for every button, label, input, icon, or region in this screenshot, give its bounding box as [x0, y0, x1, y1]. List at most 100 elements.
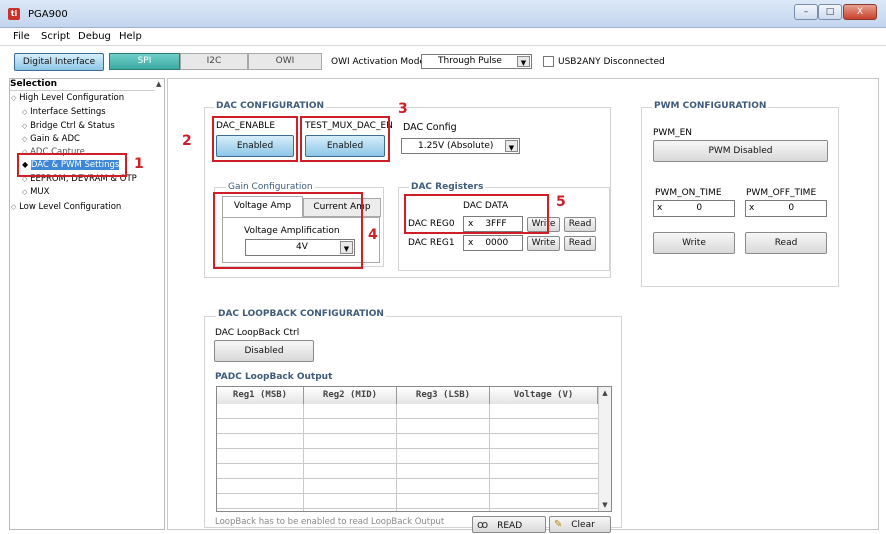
menu-debug[interactable]: Debug	[78, 31, 111, 42]
collapse-icon[interactable]: ▲	[156, 80, 161, 88]
annotation-box-1	[17, 153, 127, 177]
hex-prefix: x	[468, 238, 474, 248]
usb2any-checkbox[interactable]	[543, 56, 554, 67]
loopback-note: LoopBack has to be enabled to read LoopB…	[215, 517, 445, 527]
annotation-number-4: 4	[368, 227, 378, 243]
dac-reg1-input[interactable]: x 0000	[463, 235, 523, 251]
tree-item-bridge-ctrl[interactable]: ◇ Bridge Ctrl & Status	[22, 121, 115, 131]
node-icon: ◇	[22, 188, 28, 196]
table-body	[217, 404, 598, 509]
window-title: PGA900	[28, 9, 68, 20]
dac-config-label: DAC Config	[403, 122, 457, 133]
tree-item-high-level[interactable]: ◇ High Level Configuration	[11, 93, 124, 103]
dac-reg0-read-button[interactable]: Read	[564, 217, 596, 232]
tab-owi[interactable]: OWI	[248, 53, 322, 70]
column-header[interactable]: Reg2 (MID)	[304, 387, 397, 404]
table-row[interactable]	[217, 479, 598, 494]
chevron-down-icon: ▼	[505, 140, 518, 152]
pwm-on-time-label: PWM_ON_TIME	[655, 188, 722, 198]
column-header[interactable]: Voltage (V)	[490, 387, 598, 404]
tree-item-label: Bridge Ctrl & Status	[30, 121, 115, 131]
hex-prefix: x	[749, 203, 755, 213]
annotation-box-2	[212, 116, 298, 162]
table-row[interactable]	[217, 494, 598, 509]
annotation-number-5: 5	[556, 194, 566, 210]
maximize-button[interactable]: □	[818, 4, 842, 20]
owi-mode-label: OWI Activation Mode	[331, 57, 425, 67]
table-row[interactable]	[217, 464, 598, 479]
column-header[interactable]: Reg3 (LSB)	[397, 387, 490, 404]
table-row[interactable]	[217, 449, 598, 464]
owi-mode-select[interactable]: Through Pulse ▼	[421, 54, 532, 69]
loopback-title: DAC LOOPBACK CONFIGURATION	[216, 309, 386, 319]
annotation-box-3	[300, 116, 390, 162]
table-row[interactable]	[217, 404, 598, 419]
node-icon: ◇	[22, 122, 28, 130]
scroll-up-icon[interactable]: ▲	[599, 389, 611, 397]
menu-file[interactable]: File	[13, 31, 30, 42]
read-label: READ	[497, 521, 523, 531]
hex-prefix: x	[657, 203, 663, 213]
usb2any-status: USB2ANY Disconnected	[558, 57, 665, 67]
annotation-box-5	[404, 194, 549, 234]
tree-item-label: Low Level Configuration	[19, 202, 122, 212]
loopback-table[interactable]: Reg1 (MSB) Reg2 (MID) Reg3 (LSB) Voltage…	[216, 386, 612, 512]
tree-item-label: Interface Settings	[30, 107, 106, 117]
gain-config-title: Gain Configuration	[226, 182, 315, 192]
pwm-off-time-value: 0	[788, 203, 795, 213]
column-divider	[303, 404, 304, 511]
dac-config-title: DAC CONFIGURATION	[214, 101, 327, 111]
clear-label: Clear	[571, 520, 595, 530]
table-row[interactable]	[217, 419, 598, 434]
loopback-read-button[interactable]: ꝏ READ	[472, 516, 546, 533]
column-header[interactable]: Reg1 (MSB)	[217, 387, 304, 404]
loopback-clear-button[interactable]: ✎ Clear	[549, 516, 611, 533]
node-icon: ◇	[22, 135, 28, 143]
tree-item-label: Gain & ADC	[30, 134, 80, 144]
dac-reg1-read-button[interactable]: Read	[564, 236, 596, 251]
loopback-ctrl-button[interactable]: Disabled	[214, 340, 314, 362]
tab-spi[interactable]: SPI	[109, 53, 180, 70]
pwm-on-time-input[interactable]: x0	[653, 200, 735, 217]
glasses-icon: ꝏ	[477, 518, 489, 531]
column-divider	[489, 404, 490, 511]
menu-script[interactable]: Script	[41, 31, 70, 42]
loopback-ctrl-label: DAC LoopBack Ctrl	[215, 328, 300, 338]
pwm-write-button[interactable]: Write	[653, 232, 735, 254]
loopback-output-label: PADC LoopBack Output	[215, 372, 333, 382]
minimize-button[interactable]: –	[794, 4, 818, 20]
expand-icon: ◇	[11, 203, 17, 211]
tree-item-gain-adc[interactable]: ◇ Gain & ADC	[22, 134, 80, 144]
annotation-box-4	[213, 192, 363, 269]
tree-item-interface-settings[interactable]: ◇ Interface Settings	[22, 107, 106, 117]
dac-config-value: 1.25V (Absolute)	[418, 141, 494, 151]
chevron-down-icon: ▼	[517, 56, 530, 67]
title-bar	[0, 0, 886, 28]
tree-item-label: High Level Configuration	[19, 93, 125, 103]
tree-item-low-level[interactable]: ◇ Low Level Configuration	[11, 202, 121, 212]
selection-header: Selection	[10, 79, 155, 91]
tree-item-mux[interactable]: ◇ MUX	[22, 187, 49, 197]
pwm-off-time-input[interactable]: x0	[745, 200, 827, 217]
ti-logo-icon: ti	[8, 8, 20, 20]
table-scrollbar[interactable]: ▲ ▼	[598, 387, 611, 511]
dac-config-select[interactable]: 1.25V (Absolute) ▼	[401, 138, 520, 154]
dac-reg1-value: 0000	[485, 238, 509, 248]
table-row[interactable]	[217, 434, 598, 449]
pwm-en-label: PWM_EN	[653, 128, 693, 138]
pwm-config-title: PWM CONFIGURATION	[652, 101, 769, 111]
pwm-off-time-label: PWM_OFF_TIME	[746, 188, 817, 198]
tree-item-label: MUX	[30, 187, 50, 197]
pwm-read-button[interactable]: Read	[745, 232, 827, 254]
menu-help[interactable]: Help	[119, 31, 142, 42]
tab-i2c[interactable]: I2C	[180, 53, 248, 70]
node-icon: ◇	[22, 108, 28, 116]
scroll-down-icon[interactable]: ▼	[599, 501, 611, 509]
owi-mode-value: Through Pulse	[438, 56, 502, 66]
digital-interface-button[interactable]: Digital Interface	[14, 53, 104, 71]
pwm-enable-button[interactable]: PWM Disabled	[653, 140, 828, 162]
close-button[interactable]: X	[843, 4, 877, 20]
pwm-on-time-value: 0	[696, 203, 703, 213]
dac-reg1-write-button[interactable]: Write	[527, 236, 560, 251]
dac-registers-title: DAC Registers	[409, 182, 486, 192]
